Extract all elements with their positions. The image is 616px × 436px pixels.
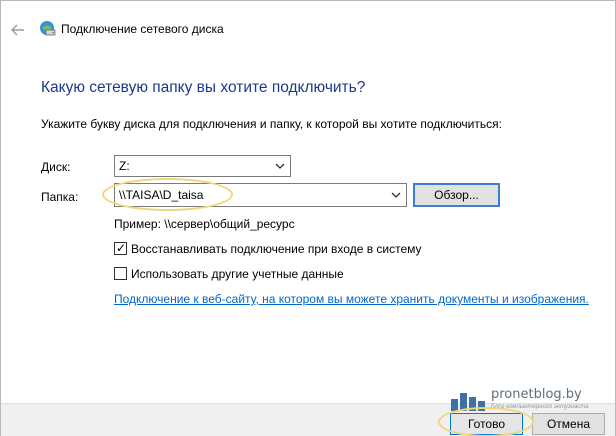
folder-input-value: \\TAISA\D_taisa: [119, 188, 204, 202]
title-bar: Подключение сетевого диска: [1, 19, 615, 53]
browse-button[interactable]: Обзор...: [413, 183, 500, 207]
credentials-checkbox[interactable]: [114, 267, 127, 280]
chevron-down-icon[interactable]: [390, 189, 402, 201]
instruction-text: Укажите букву диска для подключения и па…: [41, 117, 502, 131]
reconnect-checkbox[interactable]: ✓: [114, 241, 127, 255]
page-heading: Какую сетевую папку вы хотите подключить…: [41, 79, 366, 96]
cancel-button[interactable]: Отмена: [532, 413, 605, 435]
folder-label: Папка:: [41, 190, 79, 204]
network-drive-icon: [38, 19, 56, 37]
dialog-window: Подключение сетевого диска Какую сетевую…: [0, 0, 616, 436]
chevron-down-icon: [274, 160, 286, 172]
watermark-logo-icon: [451, 393, 485, 411]
website-link[interactable]: Подключение к веб-сайту, на котором вы м…: [114, 292, 589, 306]
watermark-tagline: Блог компьютерного энтузиаста: [491, 404, 589, 410]
drive-select[interactable]: Z:: [114, 155, 291, 177]
folder-input[interactable]: \\TAISA\D_taisa: [114, 183, 407, 207]
done-button[interactable]: Готово: [450, 413, 523, 435]
drive-select-value: Z:: [119, 159, 130, 173]
watermark: pronetblog.by Блог компьютерного энтузиа…: [449, 387, 609, 415]
reconnect-label[interactable]: Восстанавливать подключение при входе в …: [131, 242, 422, 256]
back-arrow-icon[interactable]: [10, 22, 26, 38]
checkmark-icon: ✓: [116, 241, 127, 255]
watermark-site: pronetblog.by: [491, 387, 582, 402]
credentials-label[interactable]: Использовать другие учетные данные: [131, 267, 344, 281]
window-title: Подключение сетевого диска: [61, 22, 224, 36]
example-text: Пример: \\сервер\общий_ресурс: [114, 217, 295, 231]
drive-label: Диск:: [41, 160, 71, 174]
